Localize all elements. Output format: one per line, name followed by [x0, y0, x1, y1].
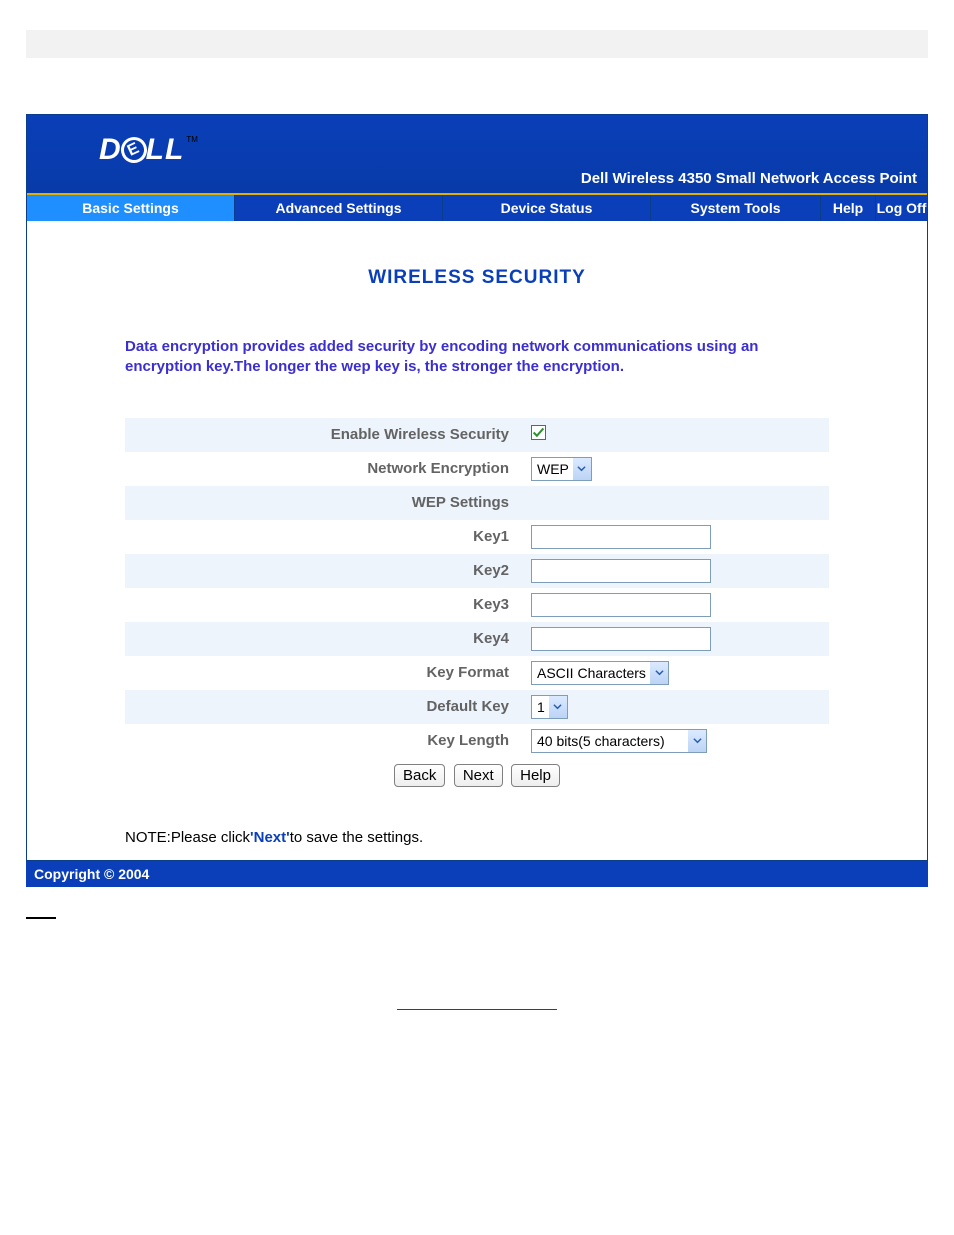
key-format-label: Key Format	[125, 664, 525, 681]
key2-label: Key2	[125, 562, 525, 579]
chevron-down-icon	[573, 458, 591, 480]
key-length-value: 40 bits(5 characters)	[532, 733, 688, 749]
default-key-label: Default Key	[125, 698, 525, 715]
check-icon	[532, 426, 545, 439]
description-text: Data encryption provides added security …	[27, 319, 927, 378]
header: DELL TM Dell Wireless 4350 Small Network…	[27, 115, 927, 193]
key-length-label: Key Length	[125, 732, 525, 749]
key4-label: Key4	[125, 630, 525, 647]
dell-logo: DELL TM	[99, 133, 198, 167]
footer-copyright: Copyright © 2004	[26, 861, 928, 887]
note-text: NOTE:Please click'Next'to save the setti…	[27, 797, 927, 860]
default-key-select[interactable]: 1	[531, 695, 568, 719]
key3-input[interactable]	[531, 593, 711, 617]
router-admin-panel: DELL TM Dell Wireless 4350 Small Network…	[26, 114, 928, 861]
key-length-select[interactable]: 40 bits(5 characters)	[531, 729, 707, 753]
key1-input[interactable]	[531, 525, 711, 549]
network-encryption-select[interactable]: WEP	[531, 457, 592, 481]
key3-label: Key3	[125, 596, 525, 613]
wep-settings-label: WEP Settings	[125, 494, 525, 511]
settings-form: Enable Wireless Security Network Encrypt…	[27, 378, 927, 797]
nav-log-off[interactable]: Log Off	[876, 195, 927, 221]
back-button[interactable]: Back	[394, 764, 445, 787]
network-encryption-value: WEP	[532, 461, 573, 477]
chevron-down-icon	[688, 730, 706, 752]
top-gray-bar	[26, 30, 928, 58]
nav-device-status[interactable]: Device Status	[443, 195, 651, 221]
chevron-down-icon	[650, 662, 668, 684]
default-key-value: 1	[532, 699, 549, 715]
help-button[interactable]: Help	[511, 764, 560, 787]
chevron-down-icon	[549, 696, 567, 718]
key-format-select[interactable]: ASCII Characters	[531, 661, 669, 685]
enable-wireless-security-label: Enable Wireless Security	[125, 426, 525, 443]
main-nav: Basic Settings Advanced Settings Device …	[27, 193, 927, 221]
enable-wireless-security-checkbox[interactable]	[531, 425, 546, 440]
nav-basic-settings[interactable]: Basic Settings	[27, 195, 235, 221]
network-encryption-label: Network Encryption	[125, 460, 525, 477]
next-button[interactable]: Next	[454, 764, 503, 787]
product-title: Dell Wireless 4350 Small Network Access …	[581, 170, 917, 187]
divider	[26, 917, 56, 919]
nav-help[interactable]: Help	[821, 195, 876, 221]
key2-input[interactable]	[531, 559, 711, 583]
page-title: WIRELESS SECURITY	[27, 221, 927, 319]
link-underline	[397, 1009, 557, 1010]
button-row: Back Next Help	[125, 758, 829, 797]
note-next-link[interactable]: 'Next'	[250, 829, 290, 846]
nav-system-tools[interactable]: System Tools	[651, 195, 821, 221]
nav-advanced-settings[interactable]: Advanced Settings	[235, 195, 443, 221]
key4-input[interactable]	[531, 627, 711, 651]
key-format-value: ASCII Characters	[532, 665, 650, 681]
key1-label: Key1	[125, 528, 525, 545]
